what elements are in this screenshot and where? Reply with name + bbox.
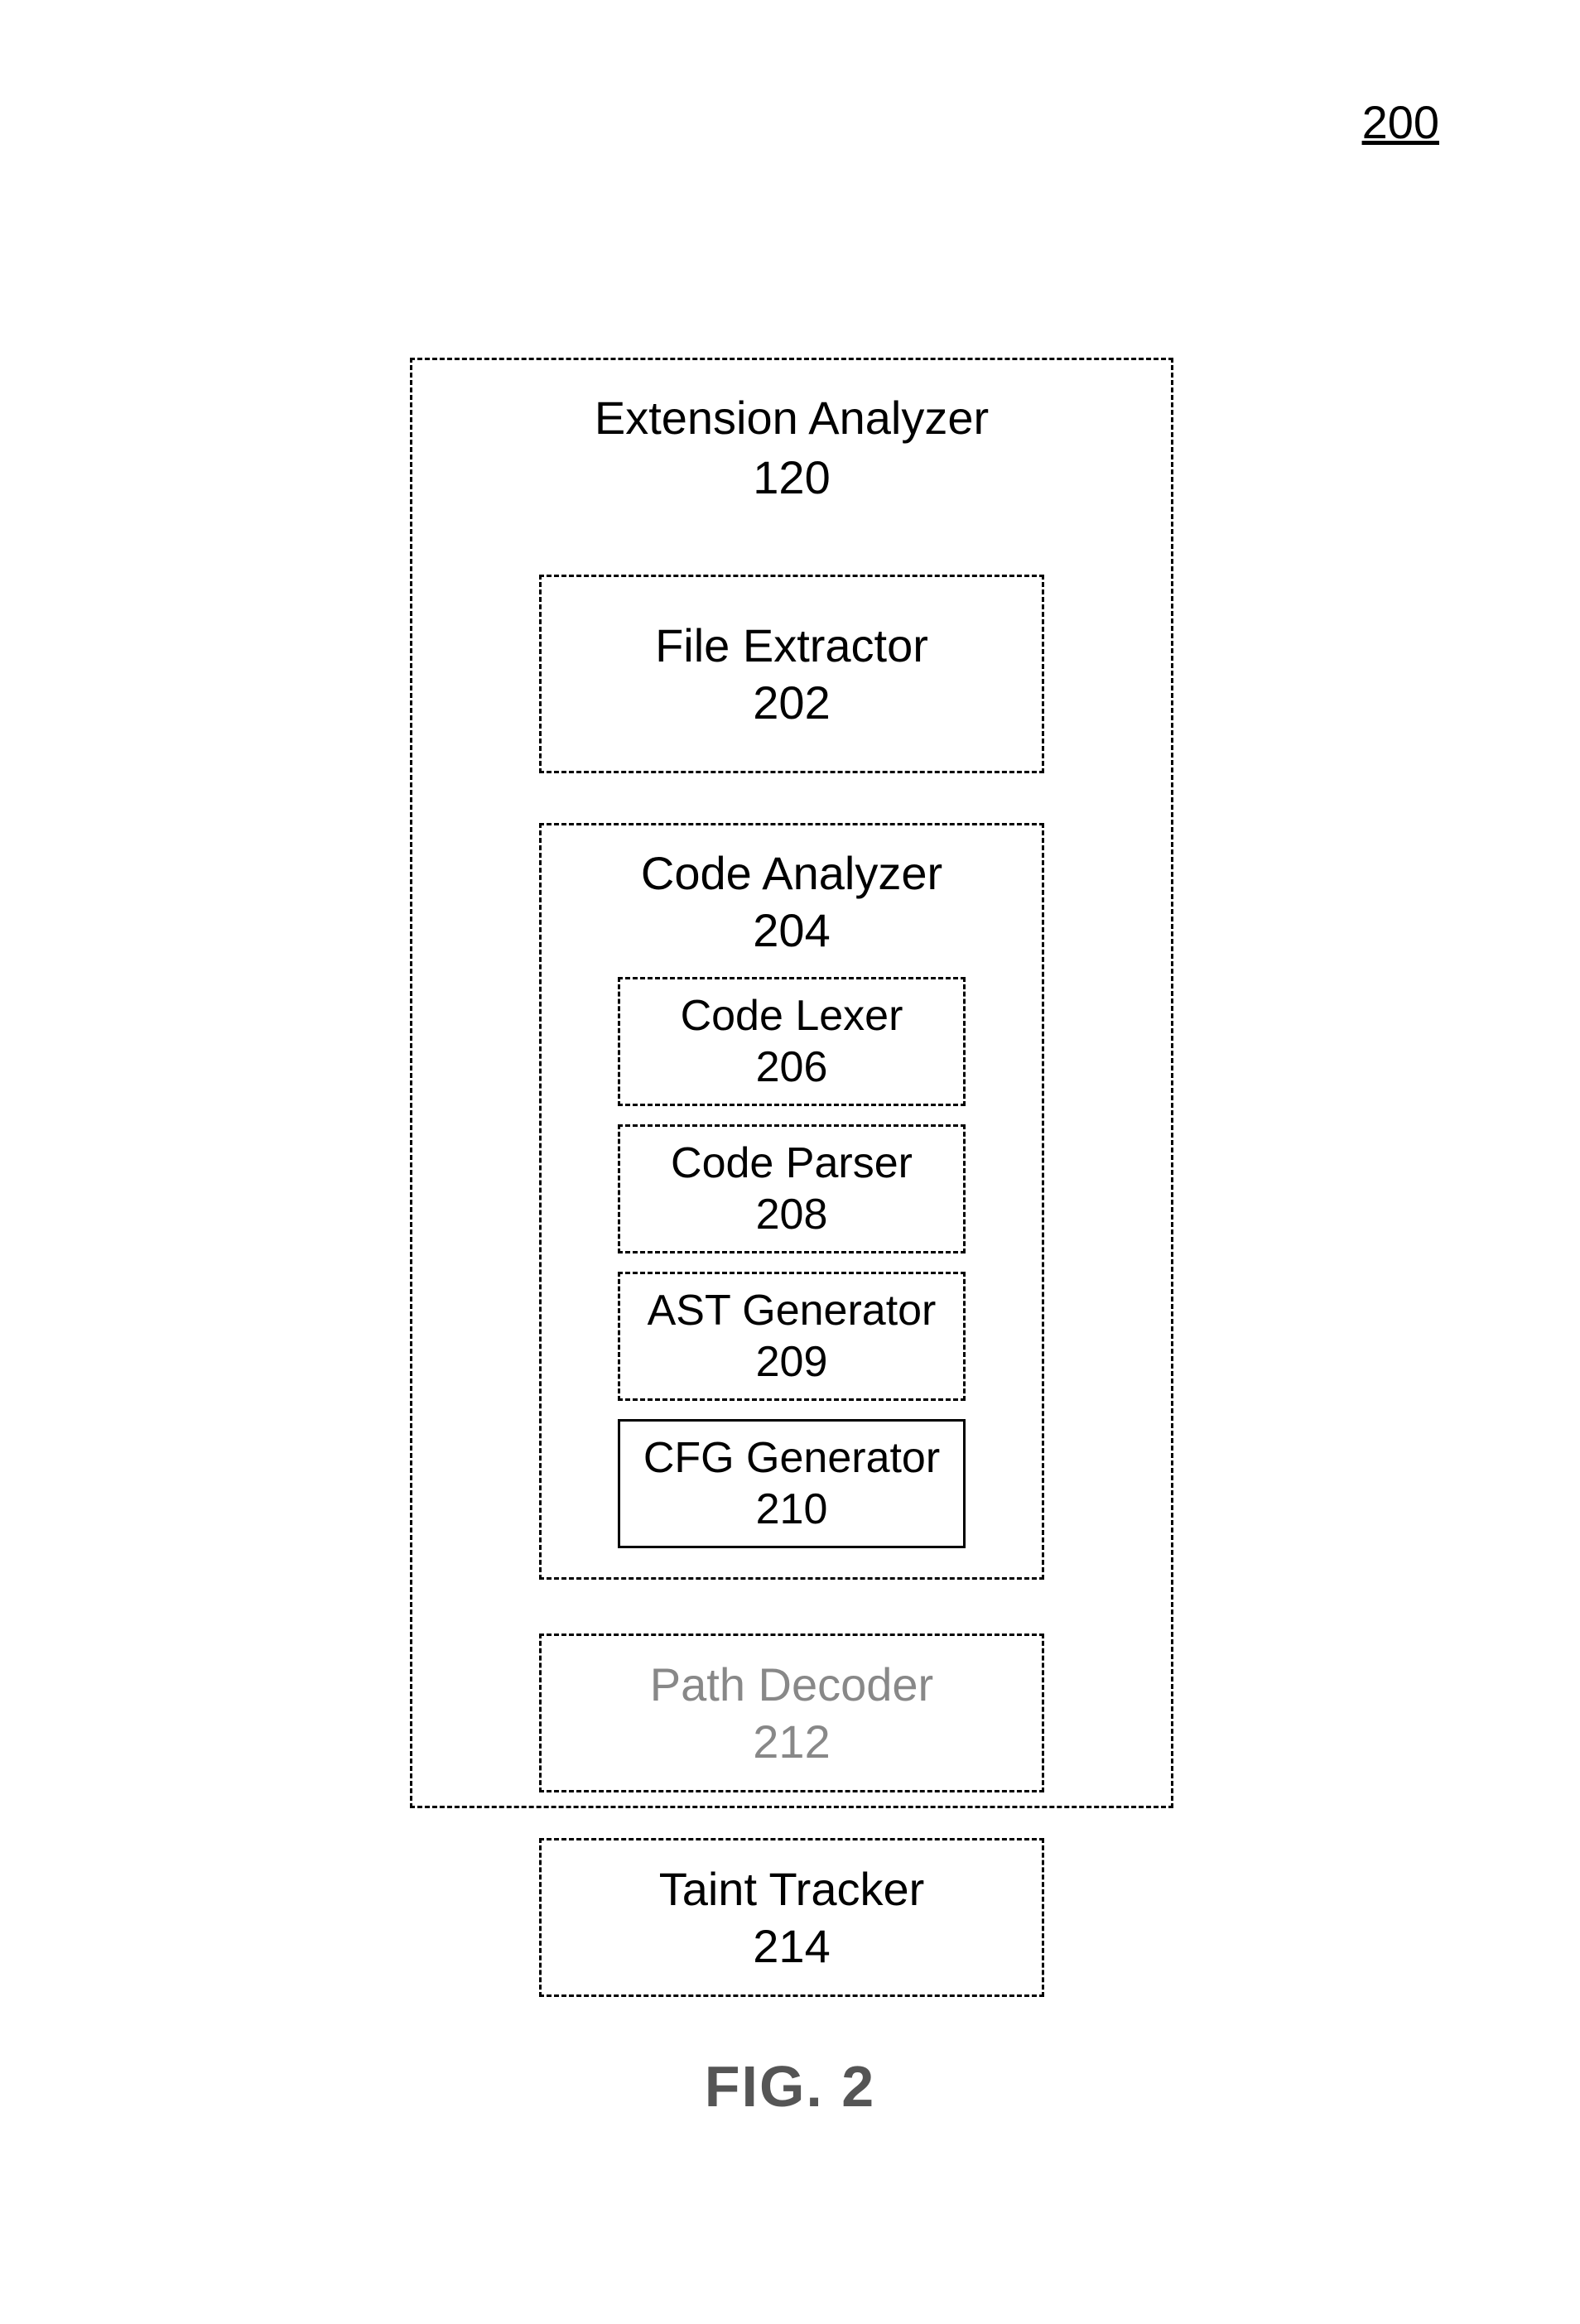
code-lexer-title: Code Lexer <box>627 991 956 1041</box>
cfg-generator-box: CFG Generator 210 <box>618 1419 966 1548</box>
code-analyzer-title: Code Analyzer <box>550 846 1033 900</box>
ast-generator-num: 209 <box>627 1337 956 1387</box>
ast-generator-box: AST Generator 209 <box>618 1272 966 1401</box>
extension-analyzer-box: Extension Analyzer 120 File Extractor 20… <box>410 358 1173 1808</box>
figure-caption: FIG. 2 <box>0 2053 1580 2120</box>
cfg-generator-num: 210 <box>627 1484 956 1534</box>
code-lexer-box: Code Lexer 206 <box>618 977 966 1106</box>
ast-generator-title: AST Generator <box>627 1286 956 1335</box>
code-parser-num: 208 <box>627 1190 956 1239</box>
extension-analyzer-title: Extension Analyzer <box>412 389 1171 447</box>
extension-analyzer-num: 120 <box>412 450 1171 504</box>
path-decoder-num: 212 <box>550 1715 1033 1768</box>
code-lexer-num: 206 <box>627 1042 956 1092</box>
taint-tracker-num: 214 <box>550 1919 1033 1973</box>
page-number: 200 <box>1362 95 1439 149</box>
path-decoder-box: Path Decoder 212 <box>539 1634 1044 1792</box>
file-extractor-num: 202 <box>550 676 1033 729</box>
taint-tracker-title: Taint Tracker <box>550 1862 1033 1916</box>
taint-tracker-box: Taint Tracker 214 <box>539 1838 1044 1997</box>
code-analyzer-num: 204 <box>550 903 1033 957</box>
path-decoder-title: Path Decoder <box>550 1658 1033 1711</box>
file-extractor-box: File Extractor 202 <box>539 575 1044 773</box>
code-analyzer-box: Code Analyzer 204 Code Lexer 206 Code Pa… <box>539 823 1044 1580</box>
cfg-generator-title: CFG Generator <box>627 1433 956 1483</box>
code-parser-box: Code Parser 208 <box>618 1124 966 1253</box>
file-extractor-title: File Extractor <box>550 618 1033 672</box>
code-parser-title: Code Parser <box>627 1138 956 1188</box>
